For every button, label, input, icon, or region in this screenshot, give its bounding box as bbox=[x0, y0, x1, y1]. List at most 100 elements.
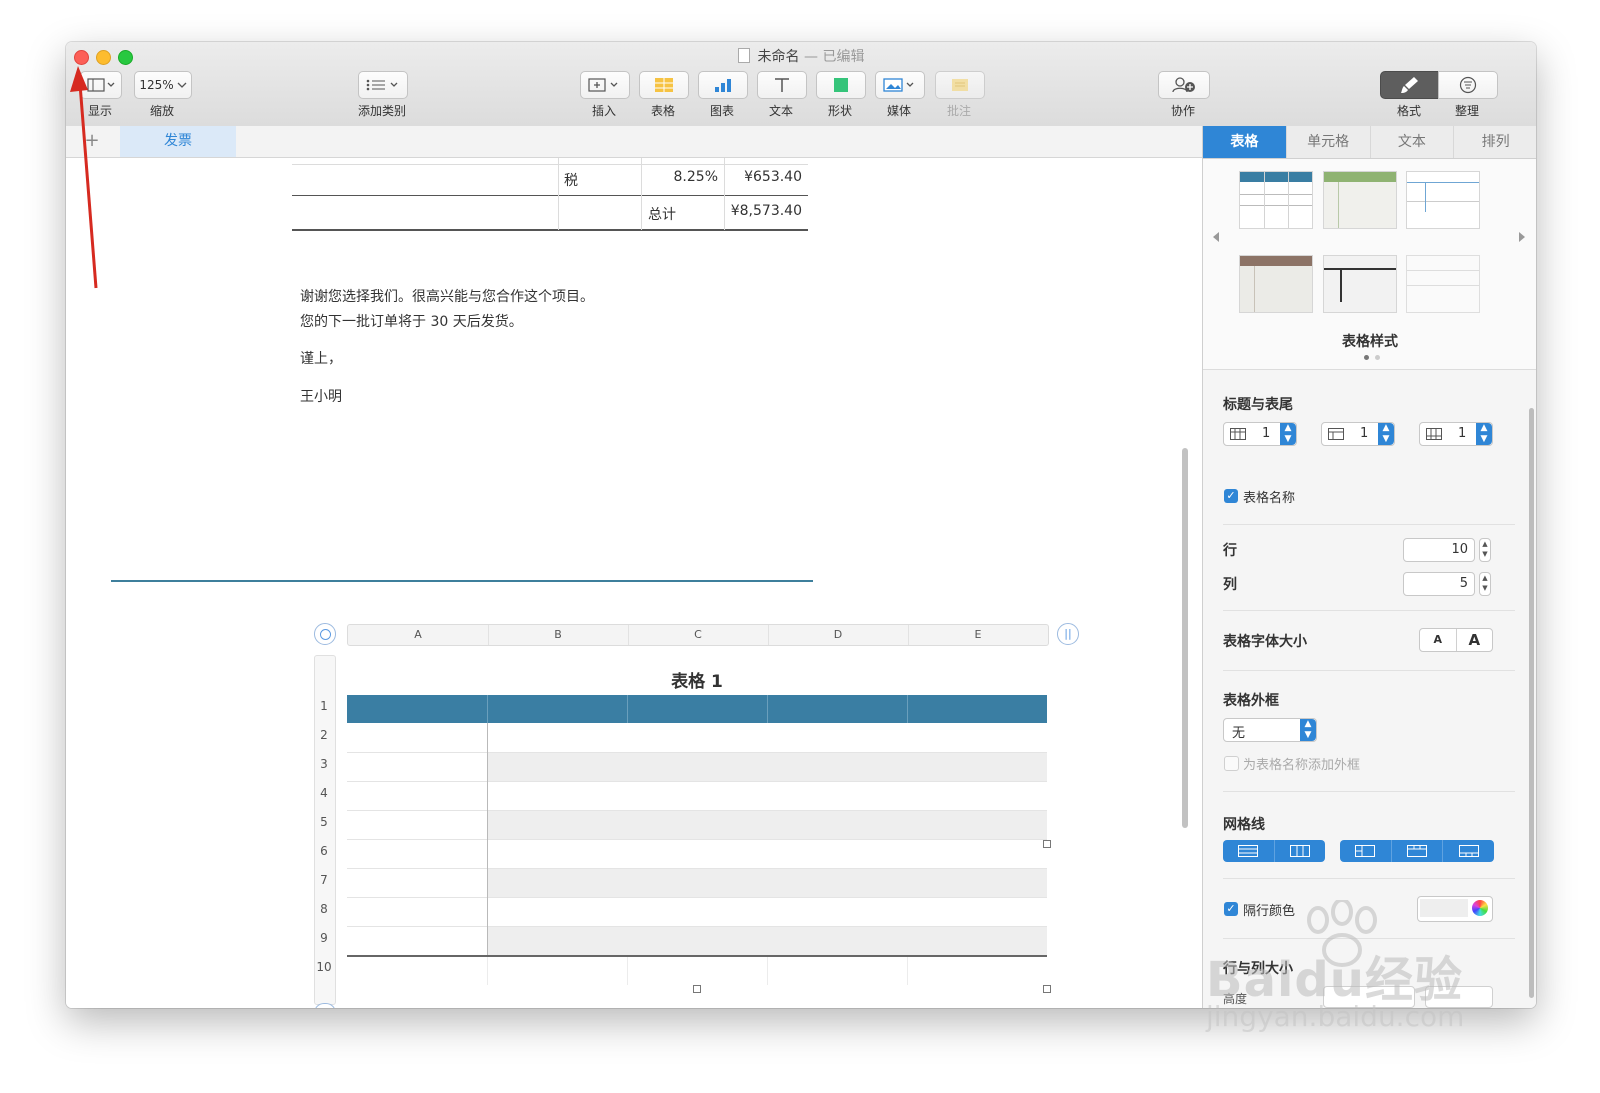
gridline-horizontal-button[interactable] bbox=[1223, 840, 1275, 862]
tab-text[interactable]: 文本 bbox=[1371, 126, 1455, 158]
row-header-3[interactable]: 3 bbox=[314, 757, 334, 771]
insert-label: 插入 bbox=[591, 104, 616, 118]
table-style-2[interactable] bbox=[1323, 171, 1397, 229]
row-header-10[interactable]: 10 bbox=[314, 960, 334, 974]
table-1[interactable]: A B C D E || 表格 1 1 2 3 4 5 6 7 8 9 10 bbox=[314, 623, 1084, 1008]
gridline-header-row-button[interactable] bbox=[1392, 840, 1444, 862]
format-button[interactable] bbox=[1380, 71, 1440, 99]
rows-stepper-arrows-icon[interactable]: ▲ ▼ bbox=[1479, 538, 1491, 562]
rows-field[interactable]: 10 bbox=[1403, 538, 1475, 562]
footer-rows-value: 1 bbox=[1458, 426, 1467, 441]
resize-handle-right[interactable] bbox=[1043, 840, 1051, 848]
tab-table[interactable]: 表格 bbox=[1203, 126, 1287, 158]
header-column-gridlines-icon bbox=[1355, 845, 1376, 857]
collaborate-label: 协作 bbox=[1170, 104, 1195, 118]
table-header-row[interactable] bbox=[347, 695, 1047, 723]
table-button[interactable] bbox=[639, 71, 689, 99]
chevron-right-icon[interactable] bbox=[1517, 231, 1527, 243]
comment-button[interactable] bbox=[935, 71, 985, 99]
columns-stepper-arrows-icon[interactable]: ▲ ▼ bbox=[1479, 572, 1491, 596]
row-header-2[interactable]: 2 bbox=[314, 728, 334, 742]
table-style-3[interactable] bbox=[1406, 171, 1480, 229]
columns-field[interactable]: 5 bbox=[1403, 572, 1475, 596]
tab-arrange[interactable]: 排列 bbox=[1454, 126, 1536, 158]
row-header-9[interactable]: 9 bbox=[314, 931, 334, 945]
table-row[interactable] bbox=[487, 810, 1047, 839]
chevron-left-icon[interactable] bbox=[1211, 231, 1221, 243]
font-size-title: 表格字体大小 bbox=[1223, 634, 1307, 650]
table-style-5[interactable] bbox=[1323, 255, 1397, 313]
column-header-c[interactable]: C bbox=[628, 625, 769, 645]
sidebar-scrollbar[interactable] bbox=[1529, 408, 1534, 998]
table-name-checkbox[interactable]: ✓ bbox=[1224, 489, 1238, 503]
page-dot[interactable] bbox=[1375, 355, 1380, 360]
table-row[interactable] bbox=[487, 868, 1047, 897]
table-select-handle[interactable] bbox=[314, 623, 336, 645]
increase-font-button[interactable]: A bbox=[1457, 629, 1493, 651]
row-header-7[interactable]: 7 bbox=[314, 873, 334, 887]
column-header-b[interactable]: B bbox=[488, 625, 629, 645]
add-column-handle[interactable]: || bbox=[1057, 623, 1079, 645]
add-category-label: 添加类别 bbox=[357, 104, 406, 118]
page-dot-active[interactable] bbox=[1364, 355, 1369, 360]
row-header-1[interactable]: 1 bbox=[314, 699, 334, 713]
vertical-scrollbar[interactable] bbox=[1182, 448, 1188, 828]
chart-button[interactable] bbox=[698, 71, 748, 99]
decrease-font-button[interactable]: A bbox=[1420, 629, 1457, 651]
horizontal-gridlines-icon bbox=[1238, 845, 1259, 857]
header-columns-icon bbox=[1328, 428, 1344, 440]
row-header-4[interactable]: 4 bbox=[314, 786, 334, 800]
footer-rows-icon bbox=[1426, 428, 1442, 440]
outline-name-label: 为表格名称添加外框 bbox=[1243, 758, 1361, 773]
column-header-e[interactable]: E bbox=[908, 625, 1048, 645]
gridline-header-column-button[interactable] bbox=[1340, 840, 1392, 862]
titlebar: 未命名 — 已编辑 显示 125% 缩放 添加类别 插入 表格 图表 文本 形状… bbox=[66, 42, 1536, 127]
chart-label: 图表 bbox=[709, 104, 734, 118]
footer-rows-stepper[interactable]: 1 ▲ ▼ bbox=[1419, 422, 1493, 446]
text-button[interactable] bbox=[757, 71, 807, 99]
resize-handle-corner[interactable] bbox=[1043, 985, 1051, 993]
header-columns-stepper[interactable]: 1 ▲ ▼ bbox=[1321, 422, 1395, 446]
column-header-d[interactable]: D bbox=[768, 625, 909, 645]
table-name-label: 表格名称 bbox=[1243, 491, 1296, 506]
table-row[interactable] bbox=[487, 752, 1047, 781]
resize-handle-bottom[interactable] bbox=[693, 985, 701, 993]
tab-cell[interactable]: 单元格 bbox=[1287, 126, 1371, 158]
invoice-totals-table: 税 8.25% ¥653.40 总计 ¥8,573.40 bbox=[292, 158, 808, 231]
stepper-arrows-icon[interactable]: ▲ ▼ bbox=[1280, 423, 1296, 445]
table-style-6[interactable] bbox=[1406, 255, 1480, 313]
text-icon bbox=[775, 78, 789, 92]
row-header-8[interactable]: 8 bbox=[314, 902, 334, 916]
add-category-button[interactable] bbox=[358, 71, 408, 99]
tax-rate: 8.25% bbox=[673, 169, 718, 185]
total-amount: ¥8,573.40 bbox=[730, 203, 802, 219]
header-columns-value: 1 bbox=[1360, 426, 1369, 441]
organize-button[interactable] bbox=[1438, 71, 1498, 99]
paintbrush-icon bbox=[1401, 77, 1418, 93]
insert-button[interactable] bbox=[580, 71, 630, 99]
column-header-bar: A B C D E bbox=[347, 624, 1049, 646]
table-style-1[interactable] bbox=[1239, 171, 1313, 229]
format-sidebar: 表格 单元格 文本 排列 表格样式 标题与表尾 1 ▲ ▼ 1 ▲ ▼ 1 ▲ … bbox=[1202, 126, 1536, 1008]
document-canvas: 税 8.25% ¥653.40 总计 ¥8,573.40 谢谢您选择我们。很高兴… bbox=[66, 158, 1202, 1008]
table-row[interactable] bbox=[487, 926, 1047, 955]
outline-select[interactable]: 无 ▲ ▼ bbox=[1223, 718, 1317, 742]
stepper-arrows-icon[interactable]: ▲ ▼ bbox=[1378, 423, 1394, 445]
shape-button[interactable] bbox=[816, 71, 866, 99]
collaborate-button[interactable] bbox=[1158, 71, 1210, 99]
header-rows-stepper[interactable]: 1 ▲ ▼ bbox=[1223, 422, 1297, 446]
window-title-name: 未命名 bbox=[757, 49, 800, 65]
gridline-footer-button[interactable] bbox=[1443, 840, 1494, 862]
select-arrows-icon[interactable]: ▲ ▼ bbox=[1300, 719, 1316, 741]
gridline-vertical-button[interactable] bbox=[1275, 840, 1326, 862]
stepper-arrows-icon[interactable]: ▲ ▼ bbox=[1476, 423, 1492, 445]
row-header-5[interactable]: 5 bbox=[314, 815, 334, 829]
columns-value: 5 bbox=[1459, 576, 1468, 591]
media-button[interactable] bbox=[875, 71, 925, 99]
organize-icon bbox=[1459, 76, 1477, 94]
tax-label: 税 bbox=[564, 173, 578, 189]
outline-name-checkbox[interactable] bbox=[1224, 756, 1239, 771]
table-style-4[interactable] bbox=[1239, 255, 1313, 313]
column-header-a[interactable]: A bbox=[348, 625, 489, 645]
row-header-6[interactable]: 6 bbox=[314, 844, 334, 858]
